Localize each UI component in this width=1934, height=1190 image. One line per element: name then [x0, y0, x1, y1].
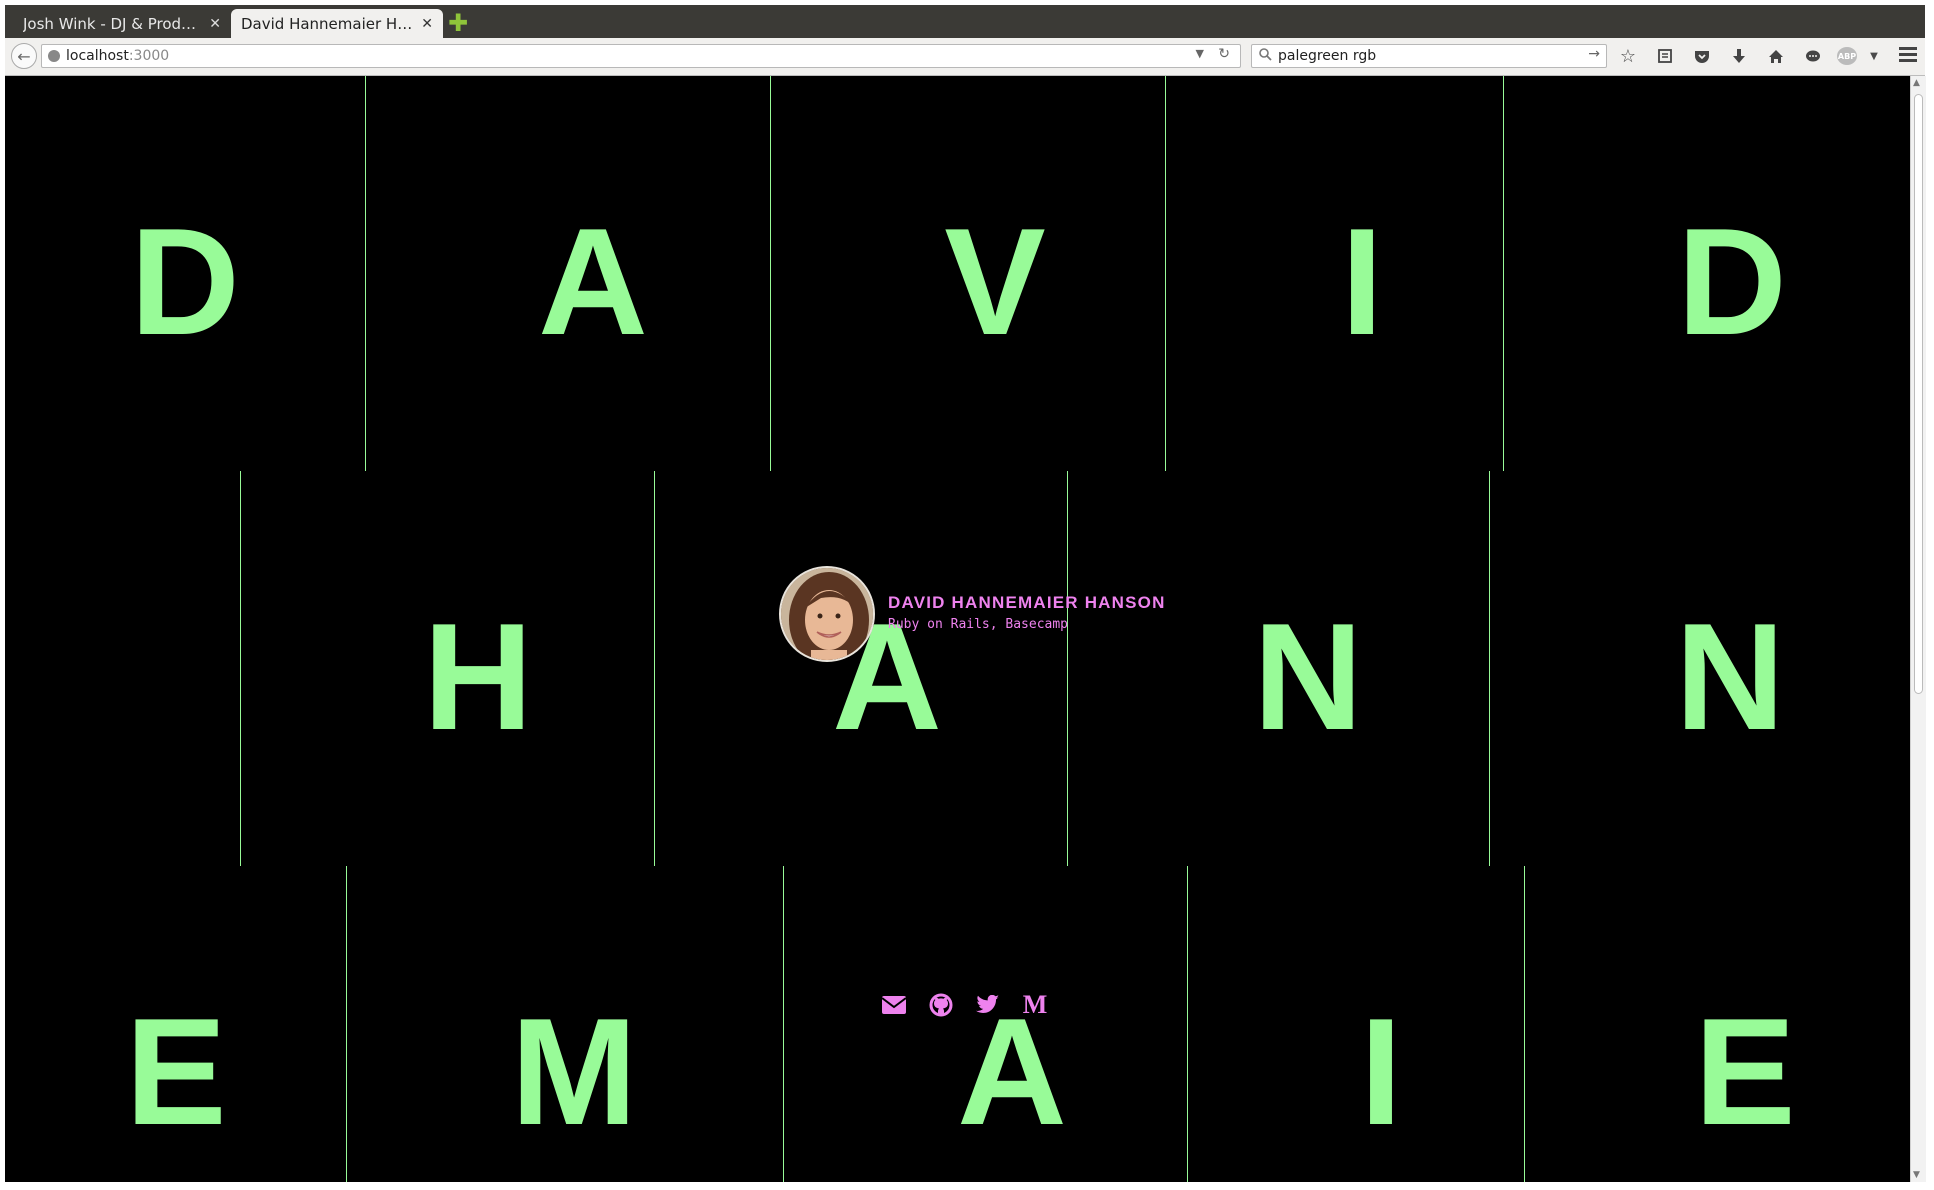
social-links: M — [880, 990, 1068, 1019]
twitter-icon[interactable] — [974, 993, 1002, 1017]
toolbar-icons: ☆ ABP ▼ — [1615, 44, 1891, 68]
search-icon — [1256, 47, 1274, 65]
medium-icon[interactable]: M — [1021, 990, 1049, 1019]
letter: D — [1677, 197, 1787, 367]
home-icon[interactable] — [1763, 44, 1789, 68]
close-icon[interactable]: ✕ — [201, 16, 221, 32]
letter: D — [130, 197, 240, 367]
letter: E — [125, 987, 227, 1157]
chevron-down-icon[interactable]: ▼ — [1868, 44, 1880, 68]
letter-cell: V — [770, 76, 1165, 471]
hamburger-menu-icon[interactable] — [1897, 44, 1919, 66]
scroll-up-arrow-icon[interactable]: ▲ — [1913, 78, 1920, 88]
letter-row-1: D A V I D — [5, 76, 1910, 471]
site-info-icon[interactable] — [48, 50, 60, 62]
tab-title: David Hannemaier Hans… — [241, 14, 413, 33]
letter: M — [510, 987, 638, 1157]
letter: V — [944, 197, 1046, 367]
url-host: localhost — [66, 48, 129, 64]
scroll-down-arrow-icon[interactable]: ▼ — [1913, 1170, 1920, 1180]
letter-cell: N — [1067, 471, 1489, 866]
letter-cell: I — [1165, 76, 1503, 471]
letter: H — [423, 592, 533, 762]
tab-josh-wink[interactable]: Josh Wink - DJ & Producer ✕ — [13, 9, 231, 38]
letter-cell: H — [240, 471, 654, 866]
adblock-icon[interactable]: ABP — [1837, 47, 1857, 65]
letter: I — [1359, 987, 1403, 1157]
chat-icon[interactable] — [1800, 44, 1826, 68]
letter-cell — [5, 471, 240, 866]
scrollbar-thumb[interactable] — [1914, 94, 1923, 694]
medium-glyph: M — [1022, 990, 1048, 1019]
url-port: :3000 — [128, 48, 170, 64]
letter-cell: A — [654, 471, 1067, 866]
letter-cell: I — [1187, 866, 1524, 1182]
pocket-icon[interactable] — [1689, 44, 1715, 68]
profile-name: DAVID HANNEMAIER HANSON — [888, 593, 1166, 612]
profile-subtitle: Ruby on Rails, Basecamp — [888, 617, 1069, 632]
letter-cell: A — [365, 76, 770, 471]
letter-cell: N — [1489, 471, 1910, 866]
github-icon[interactable] — [927, 993, 955, 1017]
chevron-down-icon[interactable]: ▼ — [1196, 47, 1204, 60]
tab-david-hannemaier[interactable]: David Hannemaier Hans… ✕ — [231, 9, 443, 38]
search-input[interactable]: palegreen rgb → — [1251, 44, 1607, 68]
letter-cell: D — [1503, 76, 1910, 471]
reload-icon[interactable]: ↻ — [1218, 46, 1230, 62]
letter: N — [1675, 592, 1785, 762]
tab-strip: Josh Wink - DJ & Producer ✕ David Hannem… — [5, 5, 1925, 38]
letter-cell: A — [783, 866, 1187, 1182]
arrow-right-icon[interactable]: → — [1588, 46, 1600, 62]
email-icon[interactable] — [880, 993, 908, 1017]
letter: N — [1253, 592, 1363, 762]
letter-cell: E — [1524, 866, 1910, 1182]
back-arrow-icon[interactable]: ← — [11, 43, 37, 69]
letter: A — [538, 197, 648, 367]
letter-cell: M — [346, 866, 783, 1182]
avatar — [779, 566, 875, 662]
download-icon[interactable] — [1726, 44, 1752, 68]
letter: E — [1694, 987, 1796, 1157]
tab-title: Josh Wink - DJ & Producer — [23, 14, 202, 33]
letter-row-3: E M A I E — [5, 866, 1910, 1182]
letter: I — [1340, 197, 1384, 367]
new-tab-plus-icon[interactable]: ✚ — [447, 11, 469, 35]
avatar-image — [781, 568, 873, 660]
letter-cell: E — [5, 866, 346, 1182]
letter-cell: D — [5, 76, 365, 471]
search-value: palegreen rgb — [1278, 48, 1377, 64]
url-bar[interactable]: localhost :3000 ▼ ↻ — [41, 44, 1241, 68]
browser-window: Josh Wink - DJ & Producer ✕ David Hannem… — [5, 5, 1925, 76]
close-icon[interactable]: ✕ — [413, 16, 433, 32]
letter: A — [957, 987, 1067, 1157]
scrollbar[interactable]: ▲ ▼ — [1910, 76, 1926, 1182]
letter-row-2: H A N N — [5, 471, 1910, 866]
bookmark-star-icon[interactable]: ☆ — [1615, 44, 1641, 68]
nav-bar: ← localhost :3000 ▼ ↻ palegreen rgb → ☆ — [5, 38, 1925, 76]
bookmarks-list-icon[interactable] — [1652, 44, 1678, 68]
